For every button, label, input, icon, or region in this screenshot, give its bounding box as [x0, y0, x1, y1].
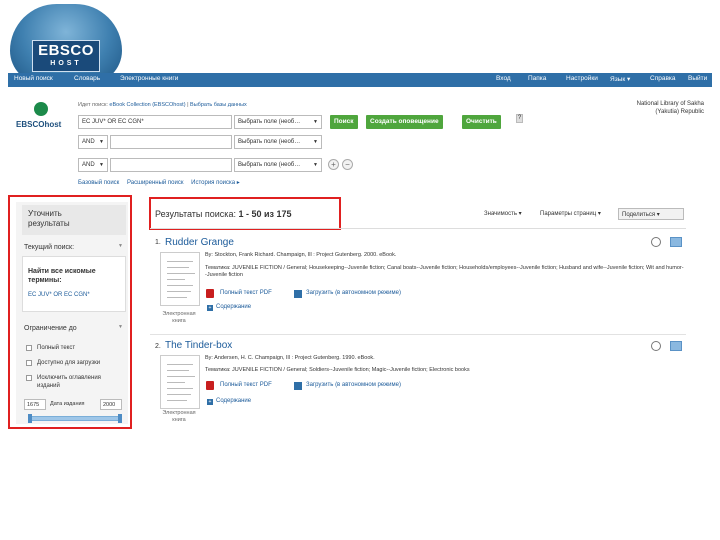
result-title-link[interactable]: The Tinder-box	[165, 340, 232, 351]
create-alert-button[interactable]: Создать оповещение	[366, 115, 443, 129]
add-to-folder-icon[interactable]	[670, 237, 682, 247]
sort-dropdown[interactable]: Значимость ▾	[484, 210, 522, 217]
searching-line: Идет поиск: eBook Collection (EBSCOhost)…	[78, 102, 247, 108]
search-input-2[interactable]	[110, 135, 232, 149]
result-separator	[150, 334, 686, 335]
plus-icon[interactable]: +	[207, 399, 213, 405]
search-input-3[interactable]	[110, 158, 232, 172]
pdf-icon[interactable]	[206, 289, 214, 298]
result-number: 1.	[155, 239, 161, 246]
field-select-3[interactable]: Выбрать поле (необ… ▼	[234, 158, 322, 172]
institution-name: National Library of Sakha (Yakutia) Repu…	[636, 101, 704, 115]
nav-new-search[interactable]: Новый поиск	[14, 75, 53, 82]
nav-signin[interactable]: Вход	[496, 75, 511, 82]
search-button[interactable]: Поиск	[330, 115, 358, 129]
download-offline-link[interactable]: Загрузить (в автономном режиме)	[306, 382, 401, 388]
magnifier-icon[interactable]	[651, 341, 661, 351]
chevron-down-icon: ▼	[313, 162, 318, 168]
results-divider	[150, 228, 686, 229]
advanced-search-link[interactable]: Расширенный поиск	[127, 180, 184, 186]
result-title-link[interactable]: Rudder Grange	[165, 237, 234, 248]
nav-language[interactable]: Язык ▾	[610, 75, 630, 83]
ebscohost-small-logo: EBSCOhost	[16, 102, 68, 138]
table-of-contents-link[interactable]: Содержание	[216, 304, 251, 310]
results-highlight-frame	[149, 197, 341, 230]
add-to-folder-icon[interactable]	[670, 341, 682, 351]
nav-help[interactable]: Справка	[650, 75, 676, 82]
chevron-down-icon: ▼	[99, 139, 104, 145]
chevron-down-icon: ▼	[313, 119, 318, 125]
share-button[interactable]: Поделиться ▾	[618, 208, 684, 220]
table-of-contents-link[interactable]: Содержание	[216, 398, 251, 404]
sidebar-highlight-frame	[8, 195, 132, 429]
field-select-1[interactable]: Выбрать поле (необ… ▼	[234, 115, 322, 129]
nav-ebooks[interactable]: Электронные книги	[120, 75, 178, 82]
field-select-2[interactable]: Выбрать поле (необ… ▼	[234, 135, 322, 149]
ebsco-globe-icon	[34, 102, 48, 116]
clear-button[interactable]: Очистить	[462, 115, 501, 129]
download-icon[interactable]	[294, 382, 302, 390]
magnifier-icon[interactable]	[651, 237, 661, 247]
basic-search-link[interactable]: Базовый поиск	[78, 180, 119, 186]
ebook-caption: Электронная книга	[162, 311, 196, 324]
ebook-caption: Электронная книга	[162, 410, 196, 423]
chevron-down-icon: ▼	[313, 139, 318, 145]
add-row-icon[interactable]: +	[328, 159, 339, 170]
result-subjects: Тематика: JUVENILE FICTION / General; So…	[205, 367, 470, 373]
book-cover-thumbnail[interactable]	[160, 355, 200, 409]
remove-row-icon[interactable]: −	[342, 159, 353, 170]
bool-select-2[interactable]: AND ▼	[78, 135, 108, 149]
nav-thesaurus[interactable]: Словарь	[74, 75, 100, 82]
nav-preferences[interactable]: Настройки	[566, 75, 598, 82]
nav-exit[interactable]: Выйти	[688, 75, 707, 82]
result-meta: By: Stockton, Frank Richard. Champaign, …	[205, 252, 397, 258]
top-nav-bar: Новый поиск Словарь Электронные книги Вх…	[8, 73, 712, 87]
help-icon[interactable]: ?	[516, 114, 523, 123]
pdf-fulltext-link[interactable]: Полный текст PDF	[220, 290, 272, 296]
book-cover-thumbnail[interactable]	[160, 252, 200, 306]
search-mode-links: Базовый поиск Расширенный поиск История …	[78, 179, 240, 186]
result-meta: By: Andersen, H. C. Champaign, Ill : Pro…	[205, 355, 375, 361]
chevron-down-icon: ▼	[99, 162, 104, 168]
search-history-link[interactable]: История поиска ▸	[191, 180, 240, 186]
choose-databases-link[interactable]: Выбрать базы данных	[190, 102, 247, 108]
nav-folder[interactable]: Папка	[528, 75, 546, 82]
download-offline-link[interactable]: Загрузить (в автономном режиме)	[306, 290, 401, 296]
bool-select-3[interactable]: AND ▼	[78, 158, 108, 172]
page-options-dropdown[interactable]: Параметры страниц ▾	[540, 210, 601, 217]
plus-icon[interactable]: +	[207, 305, 213, 311]
database-name: eBook Collection (EBSCOhost)	[109, 102, 186, 108]
search-input-1[interactable]: EC JUV* OR EC CGN*	[78, 115, 232, 129]
result-number: 2.	[155, 343, 161, 350]
result-subjects: Тематика: JUVENILE FICTION / General; Ho…	[205, 265, 684, 278]
pdf-fulltext-link[interactable]: Полный текст PDF	[220, 382, 272, 388]
download-icon[interactable]	[294, 290, 302, 298]
pdf-icon[interactable]	[206, 381, 214, 390]
